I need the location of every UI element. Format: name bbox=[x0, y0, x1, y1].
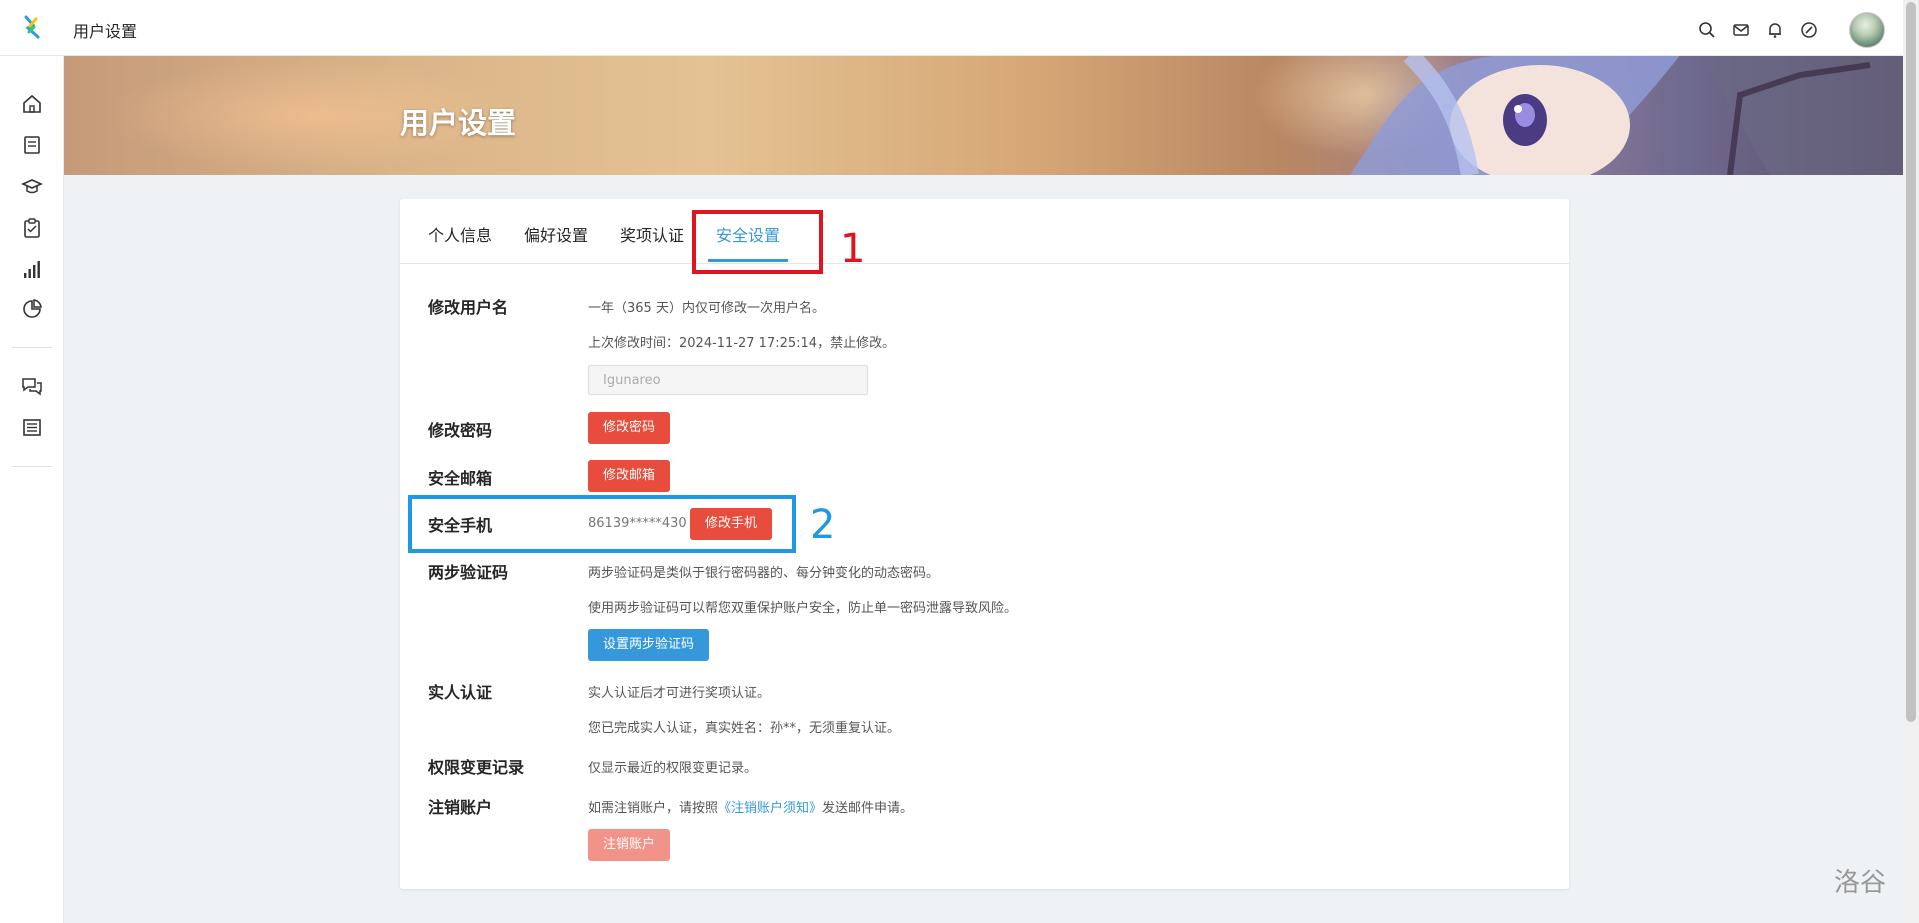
username-input[interactable]: Igunareo bbox=[588, 365, 868, 395]
home-icon[interactable] bbox=[19, 91, 45, 117]
annotation-box-2 bbox=[408, 495, 796, 553]
password-section-label: 修改密码 bbox=[428, 421, 493, 440]
graduation-cap-icon[interactable] bbox=[19, 173, 45, 199]
change-email-button[interactable]: 修改邮箱 bbox=[588, 460, 671, 492]
delete-account-desc: 如需注销账户，请按照《注销账户须知》发送邮件申请。 bbox=[588, 797, 913, 816]
two-step-desc-1: 两步验证码是类似于银行密码器的、每分钟变化的动态密码。 bbox=[588, 566, 940, 581]
pie-chart-icon[interactable] bbox=[19, 296, 45, 322]
tab-award-certification[interactable]: 奖项认证 bbox=[620, 222, 684, 246]
realname-section-label: 实人认证 bbox=[428, 683, 493, 702]
tab-preferences[interactable]: 偏好设置 bbox=[524, 222, 588, 246]
pen-icon[interactable] bbox=[1799, 20, 1819, 40]
newspaper-icon[interactable] bbox=[19, 414, 45, 440]
username-section-label: 修改用户名 bbox=[428, 298, 509, 317]
page-title: 用户设置 bbox=[73, 22, 138, 41]
change-password-button[interactable]: 修改密码 bbox=[588, 412, 671, 444]
setup-two-step-button[interactable]: 设置两步验证码 bbox=[588, 629, 710, 661]
delete-account-section-label: 注销账户 bbox=[428, 798, 493, 817]
permission-log-section-label: 权限变更记录 bbox=[428, 758, 525, 777]
page-scrollbar[interactable] bbox=[1903, 0, 1919, 923]
delete-account-desc-prefix: 如需注销账户，请按照 bbox=[588, 801, 719, 816]
header-actions bbox=[1697, 12, 1885, 48]
luogu-logo-icon[interactable] bbox=[20, 14, 46, 40]
sidebar bbox=[0, 55, 64, 923]
mail-icon[interactable] bbox=[1731, 20, 1751, 40]
avatar[interactable] bbox=[1849, 12, 1885, 48]
tab-personal-info[interactable]: 个人信息 bbox=[428, 222, 492, 246]
bar-chart-icon[interactable] bbox=[19, 256, 45, 282]
permission-log-desc: 仅显示最近的权限变更记录。 bbox=[588, 761, 758, 776]
realname-desc-1: 实人认证后才可进行奖项认证。 bbox=[588, 686, 771, 701]
delete-account-button[interactable]: 注销账户 bbox=[588, 829, 671, 861]
two-step-section-label: 两步验证码 bbox=[428, 563, 509, 582]
annotation-box-1 bbox=[692, 210, 823, 274]
book-icon[interactable] bbox=[19, 132, 45, 158]
realname-desc-2: 您已完成实人认证，真实姓名：孙**，无须重复认证。 bbox=[588, 721, 901, 736]
annotation-number-2: 2 bbox=[810, 502, 836, 548]
banner-title: 用户设置 bbox=[400, 106, 517, 140]
chat-bubbles-icon[interactable] bbox=[19, 373, 45, 399]
bell-icon[interactable] bbox=[1765, 20, 1785, 40]
delete-account-notice-link[interactable]: 《注销账户须知》 bbox=[718, 801, 822, 816]
scrollbar-thumb[interactable] bbox=[1906, 2, 1916, 722]
two-step-desc-2: 使用两步验证码可以帮您双重保护账户安全，防止单一密码泄露导致风险。 bbox=[588, 601, 1018, 616]
delete-account-desc-suffix: 发送邮件申请。 bbox=[822, 801, 914, 816]
clipboard-icon[interactable] bbox=[19, 215, 45, 241]
luogu-watermark: 洛谷 bbox=[1834, 868, 1887, 898]
search-icon[interactable] bbox=[1697, 20, 1717, 40]
banner-character-image bbox=[1350, 55, 1903, 175]
username-desc-2: 上次修改时间：2024-11-27 17:25:14，禁止修改。 bbox=[588, 336, 896, 351]
email-section-label: 安全邮箱 bbox=[428, 469, 493, 488]
settings-tabs: 个人信息 偏好设置 奖项认证 安全设置 bbox=[400, 199, 1569, 264]
username-desc-1: 一年（365 天）内仅可修改一次用户名。 bbox=[588, 301, 825, 316]
top-bar: 用户设置 bbox=[0, 0, 1903, 56]
annotation-number-1: 1 bbox=[840, 226, 866, 272]
